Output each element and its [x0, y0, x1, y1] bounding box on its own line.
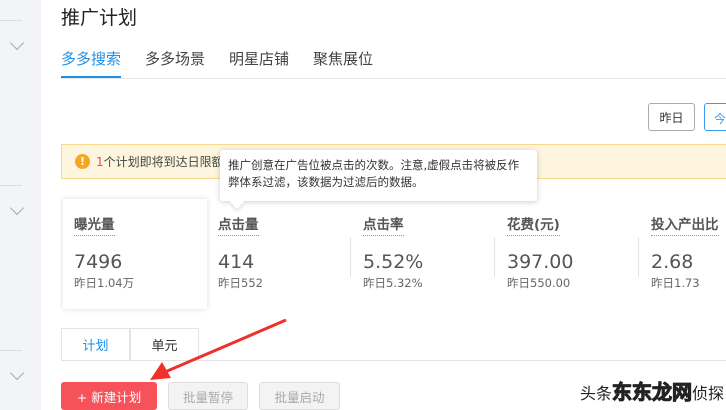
red-arrow-annotation: [150, 318, 287, 380]
